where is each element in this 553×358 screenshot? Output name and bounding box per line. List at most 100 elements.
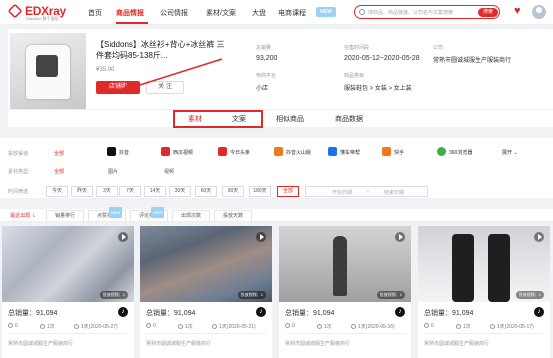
play-icon[interactable] (534, 232, 544, 242)
person-figure (333, 236, 347, 296)
divider (146, 333, 266, 334)
avatar[interactable] (532, 5, 546, 19)
channel-all[interactable]: 全部 (54, 150, 64, 157)
card-likes: 0 (146, 323, 156, 329)
time-all[interactable]: 全部 (277, 186, 299, 197)
xigua-icon (161, 147, 170, 156)
time-3days[interactable]: 3天 (96, 186, 118, 197)
end-date-input[interactable]: 结束日期 (384, 189, 404, 196)
nav-item-company-intel[interactable]: 公司情报 (160, 8, 188, 18)
tab-copywriting[interactable]: 文案 (232, 114, 246, 124)
nav-item-home[interactable]: 首页 (88, 8, 102, 18)
sort-days[interactable]: 投放天数 (214, 210, 252, 222)
logo[interactable]: EDXray DataBye 数千里眼 (7, 3, 80, 21)
card-shop[interactable]: 常熟市圆诚城服生产服装商行 (424, 340, 489, 347)
nav-item-market[interactable]: 大盘 (252, 8, 266, 18)
play-icon[interactable] (118, 232, 128, 242)
material-card[interactable]: 投放视频：1 总销量：91,094 ♪ 0 1次 1天(2020-05-17) … (418, 226, 550, 358)
material-thumbnail[interactable]: 投放视频：1 (140, 226, 272, 302)
material-thumbnail[interactable]: 投放视频：1 (2, 226, 134, 302)
category-label: 商品类目 (344, 73, 365, 79)
comment-icon (456, 324, 461, 329)
time-filter-label: 时间筛选 (8, 189, 29, 195)
company-value[interactable]: 常熟市圆诚城服生产服装商行 (433, 55, 511, 64)
sort-likes[interactable]: 点赞排行 NEW (88, 207, 126, 222)
card-sales: 总销量：91,094 (285, 310, 335, 317)
search-button[interactable]: 搜索 (478, 8, 498, 17)
time-yesterday[interactable]: 昨天 (71, 186, 93, 197)
type-image[interactable]: 图片 (108, 168, 118, 175)
like-icon (146, 323, 151, 328)
card-comments: 1次 (178, 323, 193, 330)
material-card[interactable]: 投放视频：1 总销量：91,094 ♪ 0 1次 1天(2020-05-16) … (279, 226, 411, 358)
sales-label: 总销量 (256, 45, 272, 51)
type-all[interactable]: 全部 (54, 168, 64, 175)
logo-subtitle: DataBye 数千里眼 (26, 16, 59, 21)
play-icon[interactable] (256, 232, 266, 242)
card-date: 1天(2020-05-16) (351, 323, 395, 330)
time-90days[interactable]: 90天 (222, 186, 244, 197)
heart-icon[interactable]: ♥ (514, 6, 521, 17)
search-box[interactable]: 搜商品、商品链接、公司名与文案搜索 搜索 (354, 5, 500, 19)
tab-similar-products[interactable]: 相似商品 (276, 114, 304, 124)
range-separator: ~ (366, 189, 369, 195)
calendar-icon (490, 324, 495, 329)
card-date: 1天(2020-05-21) (212, 323, 256, 330)
online-period-value: 2020-05-12~2020-05-28 (344, 55, 420, 62)
product-price: ¥35.00 (96, 67, 115, 73)
sort-comments[interactable]: 评论排行 NEW (130, 207, 168, 222)
shirt-print (36, 55, 58, 77)
card-shop[interactable]: 常熟市圆诚城服生产服装商行 (285, 340, 350, 347)
material-type-label: 素材类型: (8, 169, 30, 175)
time-30days[interactable]: 30天 (169, 186, 191, 197)
type-video[interactable]: 视频 (164, 168, 174, 175)
company-label: 公司 (433, 45, 444, 51)
material-card[interactable]: 投放视频：1 总销量：91,094 ♪ 0 1次 1天(2020-05-27) … (2, 226, 134, 358)
divider (8, 333, 128, 334)
sort-recent[interactable]: 最近出现 ⇂ (4, 210, 42, 222)
nav-item-product-intel[interactable]: 商品情报 (116, 8, 144, 18)
card-shop[interactable]: 常熟市圆诚城服生产服装商行 (146, 340, 211, 347)
channel-label: 投放渠道: (8, 151, 30, 157)
material-thumbnail[interactable]: 投放视频：1 (279, 226, 411, 302)
tab-product-data[interactable]: 商品数据 (335, 114, 363, 124)
calendar-icon (351, 324, 356, 329)
play-icon[interactable] (395, 232, 405, 242)
douyin-icon: ♪ (256, 307, 266, 317)
expand-button[interactable]: 展开 ⌄ (502, 149, 518, 156)
card-comments: 1次 (317, 323, 332, 330)
platform-value: 小店 (256, 86, 269, 92)
logo-icon (7, 3, 23, 19)
time-7days[interactable]: 7天 (119, 186, 141, 197)
nav-item-materials[interactable]: 素材/文案 (206, 8, 236, 18)
start-date-input[interactable]: 开始日期 (332, 189, 352, 196)
cover-tag: 投放视频：1 (99, 291, 128, 299)
time-today[interactable]: 今天 (46, 186, 68, 197)
top-nav: EDXray DataBye 数千里眼 首页 商品情报 公司情报 素材/文案 大… (0, 0, 553, 25)
douyin-icon: ♪ (118, 307, 128, 317)
card-likes: 0 (424, 323, 434, 329)
sort-sales[interactable]: 销量排行 (46, 210, 84, 222)
time-60days[interactable]: 60天 (195, 186, 217, 197)
nav-item-courses[interactable]: 电商课程 (278, 8, 306, 18)
sort-occurrences[interactable]: 出现次数 (172, 210, 210, 222)
product-image[interactable] (10, 33, 86, 109)
search-input[interactable]: 搜商品、商品链接、公司名与文案搜索 (368, 9, 453, 16)
divider (424, 333, 544, 334)
material-thumbnail[interactable]: 投放视频：1 (418, 226, 550, 302)
time-180days[interactable]: 180天 (249, 186, 271, 197)
time-14days[interactable]: 14天 (144, 186, 166, 197)
cover-tag: 投放视频：1 (515, 291, 544, 299)
card-shop[interactable]: 常熟市圆诚城服生产服装商行 (8, 340, 73, 347)
search-icon (359, 9, 365, 15)
card-date: 1天(2020-05-27) (74, 323, 118, 330)
detail-tabs: 素材 文案 相似商品 商品数据 (8, 109, 553, 128)
calendar-icon (74, 324, 79, 329)
sort-bar: 最近出现 ⇂ 销量排行 点赞排行 NEW 评论排行 NEW 出现次数 投放天数 (0, 207, 553, 222)
new-badge: NEW (109, 207, 123, 218)
cover-tag: 投放视频：1 (376, 291, 405, 299)
material-card[interactable]: 投放视频：1 总销量：91,094 ♪ 0 1次 1天(2020-05-21) … (140, 226, 272, 358)
date-range-picker[interactable]: 开始日期 ~ 结束日期 (305, 186, 428, 197)
product-detail-panel: 【Siddons】冰丝衫+背心+冰丝裤 三件套均码85-138斤... ¥35.… (8, 29, 553, 113)
tab-materials[interactable]: 素材 (188, 114, 202, 124)
